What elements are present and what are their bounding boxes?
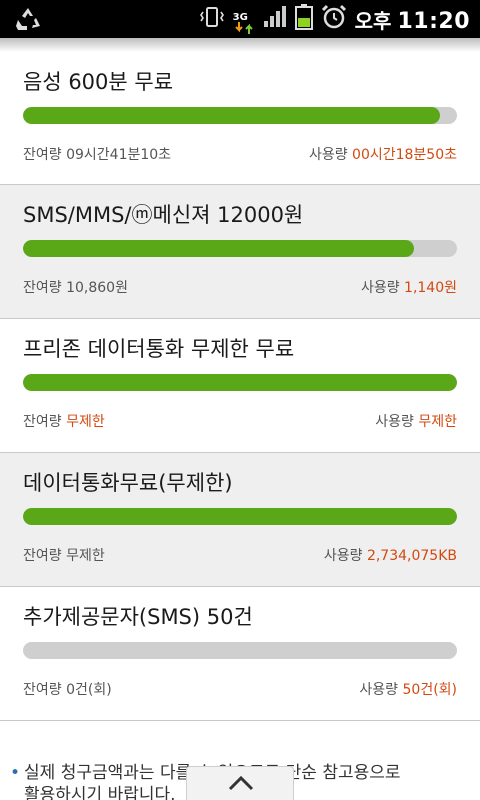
usage-progress-bar: [23, 107, 457, 124]
plan-title: 추가제공문자(SMS) 50건: [23, 605, 253, 629]
used-value: 무제한: [418, 414, 457, 430]
remaining-amount: 잔여량 0건(회): [23, 682, 112, 698]
plan-title: 데이터통화무료(무제한): [23, 471, 233, 495]
plan-card-data-unlimited[interactable]: 데이터통화무료(무제한) 잔여량 무제한 사용량 2,734,075KB: [0, 453, 480, 587]
plan-list: 음성 600분 무료 잔여량 09시간41분10초 사용량 00시간18분50초…: [0, 52, 480, 721]
status-bar: 3G 오후 11:20: [0, 0, 480, 38]
remaining-value: 무제한: [66, 414, 105, 430]
usage-progress-fill: [23, 240, 414, 257]
usage-progress-fill: [23, 107, 440, 124]
remaining-amount: 잔여량 무제한: [23, 414, 105, 430]
network-3g-icon: 3G: [233, 4, 255, 34]
plan-title: SMS/MMS/ⓜ메신져 12000원: [23, 203, 304, 227]
recycle-icon: [14, 6, 42, 36]
vibrate-icon: [199, 5, 225, 33]
used-amount: 사용량 1,140원: [360, 280, 457, 296]
status-ampm: 오후: [354, 8, 392, 33]
scroll-top-button[interactable]: [186, 766, 294, 800]
battery-icon: [294, 4, 313, 34]
header-shadow: [0, 38, 480, 52]
remaining-value: 0건(회): [66, 682, 112, 698]
used-amount: 사용량 00시간18분50초: [308, 147, 457, 163]
plan-title: 음성 600분 무료: [23, 70, 174, 94]
alarm-icon: [321, 4, 347, 34]
remaining-amount: 잔여량 09시간41분10초: [23, 147, 172, 163]
used-value: 50건(회): [402, 682, 458, 698]
remaining-value: 09시간41분10초: [66, 147, 172, 163]
plan-card-extra-sms[interactable]: 추가제공문자(SMS) 50건 잔여량 0건(회) 사용량 50건(회): [0, 587, 480, 721]
usage-progress-bar: [23, 508, 457, 525]
remaining-value: 무제한: [66, 548, 105, 564]
usage-progress-bar: [23, 374, 457, 391]
plan-title: 프리존 데이터통화 무제한 무료: [23, 337, 295, 361]
used-value: 1,140원: [404, 280, 457, 296]
status-time: 11:20: [397, 8, 470, 34]
usage-progress-fill: [23, 374, 457, 391]
note-line-2: 활용하시기 바랍니다.: [24, 785, 176, 800]
plan-card-voice[interactable]: 음성 600분 무료 잔여량 09시간41분10초 사용량 00시간18분50초: [0, 52, 480, 185]
usage-progress-fill: [23, 508, 457, 525]
usage-progress-bar: [23, 642, 457, 659]
plan-card-freezone-data[interactable]: 프리존 데이터통화 무제한 무료 잔여량 무제한 사용량 무제한: [0, 319, 480, 453]
remaining-amount: 잔여량 10,860원: [23, 280, 128, 296]
chevron-up-icon: [228, 775, 254, 791]
used-amount: 사용량 50건(회): [359, 682, 458, 698]
plan-card-sms-mms[interactable]: SMS/MMS/ⓜ메신져 12000원 잔여량 10,860원 사용량 1,14…: [0, 185, 480, 319]
used-value: 00시간18분50초: [352, 147, 457, 163]
signal-icon: [263, 5, 287, 33]
remaining-amount: 잔여량 무제한: [23, 548, 105, 564]
used-amount: 사용량 무제한: [375, 414, 457, 430]
remaining-value: 10,860원: [66, 280, 128, 296]
used-amount: 사용량 2,734,075KB: [323, 548, 457, 564]
bullet-icon: •: [10, 763, 21, 783]
usage-progress-bar: [23, 240, 457, 257]
used-value: 2,734,075KB: [366, 548, 457, 564]
